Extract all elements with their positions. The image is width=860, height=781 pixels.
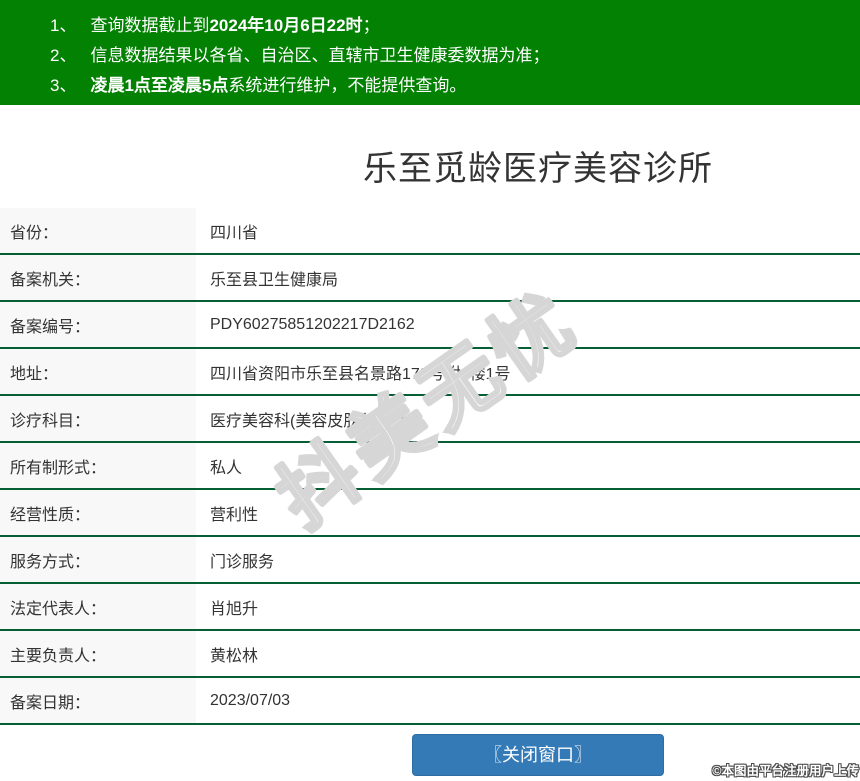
table-row-address: 地址： 四川省资阳市乐至县名景路178号附2楼1号 — [0, 349, 860, 396]
row-label: 经营性质： — [0, 490, 196, 535]
notice-text-bold: 2024年10月6日22时 — [209, 16, 363, 35]
table-row-legal-representative: 法定代表人： 肖旭升 — [0, 584, 860, 631]
page-title: 乐至觅龄医疗美容诊所 — [363, 150, 713, 188]
row-value: 黄松林 — [196, 631, 860, 676]
row-value: 2023/07/03 — [196, 678, 860, 723]
notice-text: 查询数据截止到 — [90, 16, 210, 35]
row-label: 备案机关： — [0, 255, 196, 300]
table-row-province: 省份： 四川省 — [0, 208, 860, 255]
row-value: 私人 — [196, 443, 860, 488]
row-label: 省份： — [0, 208, 196, 253]
notice-line-1: 1、 查询数据截止到2024年10月6日22时； — [50, 11, 850, 41]
row-value: 四川省资阳市乐至县名景路178号附2楼1号 — [196, 349, 860, 394]
notice-text-bold: 凌晨1点至凌晨5点 — [90, 76, 229, 95]
notice-number: 2、 — [50, 46, 77, 65]
table-row-business-nature: 经营性质： 营利性 — [0, 490, 860, 537]
row-value: PDY60275851202217D2162 — [196, 302, 860, 347]
notice-number: 1、 — [50, 16, 77, 35]
table-row-service-mode: 服务方式： 门诊服务 — [0, 537, 860, 584]
title-wrap: 乐至觅龄医疗美容诊所 — [0, 141, 860, 190]
row-value: 肖旭升 — [196, 584, 860, 629]
row-value: 医疗美容科(美容皮肤科)****** — [196, 396, 860, 441]
page: 1、 查询数据截止到2024年10月6日22时； 2、 信息数据结果以各省、自治区、… — [0, 0, 860, 781]
table-row-authority: 备案机关： 乐至县卫生健康局 — [0, 255, 860, 302]
row-label: 所有制形式： — [0, 443, 196, 488]
notice-line-2: 2、 信息数据结果以各省、自治区、直辖市卫生健康委数据为准； — [50, 41, 850, 71]
notice-banner: 1、 查询数据截止到2024年10月6日22时； 2、 信息数据结果以各省、自治区、… — [0, 0, 860, 105]
attribution-text: ©本图由平台注册用户上传 — [712, 764, 859, 778]
table-row-departments: 诊疗科目： 医疗美容科(美容皮肤科)****** — [0, 396, 860, 443]
row-label: 诊疗科目： — [0, 396, 196, 441]
row-label: 服务方式： — [0, 537, 196, 582]
notice-line-3: 3、 凌晨1点至凌晨5点系统进行维护，不能提供查询。 — [50, 71, 850, 101]
table-row-record-date: 备案日期： 2023/07/03 — [0, 678, 860, 725]
notice-text: 信息数据结果以各省、自治区、直辖市卫生健康委数据为准； — [90, 46, 550, 65]
notice-number: 3、 — [50, 76, 77, 95]
row-value: 乐至县卫生健康局 — [196, 255, 860, 300]
row-value: 四川省 — [196, 208, 860, 253]
row-label: 地址： — [0, 349, 196, 394]
notice-text: 系统进行维护，不能提供查询。 — [228, 76, 467, 95]
table-row-ownership: 所有制形式： 私人 — [0, 443, 860, 490]
row-label: 备案日期： — [0, 678, 196, 723]
row-value: 门诊服务 — [196, 537, 860, 582]
table-row-person-in-charge: 主要负责人： 黄松林 — [0, 631, 860, 678]
row-value: 营利性 — [196, 490, 860, 535]
notice-text: ； — [362, 16, 380, 35]
row-label: 法定代表人： — [0, 584, 196, 629]
table-row-record-number: 备案编号： PDY60275851202217D2162 — [0, 302, 860, 349]
info-table: 省份： 四川省 备案机关： 乐至县卫生健康局 备案编号： PDY60275851… — [0, 208, 860, 725]
close-window-button[interactable]: 〖关闭窗口〗 — [412, 734, 664, 776]
row-label: 主要负责人： — [0, 631, 196, 676]
row-label: 备案编号： — [0, 302, 196, 347]
